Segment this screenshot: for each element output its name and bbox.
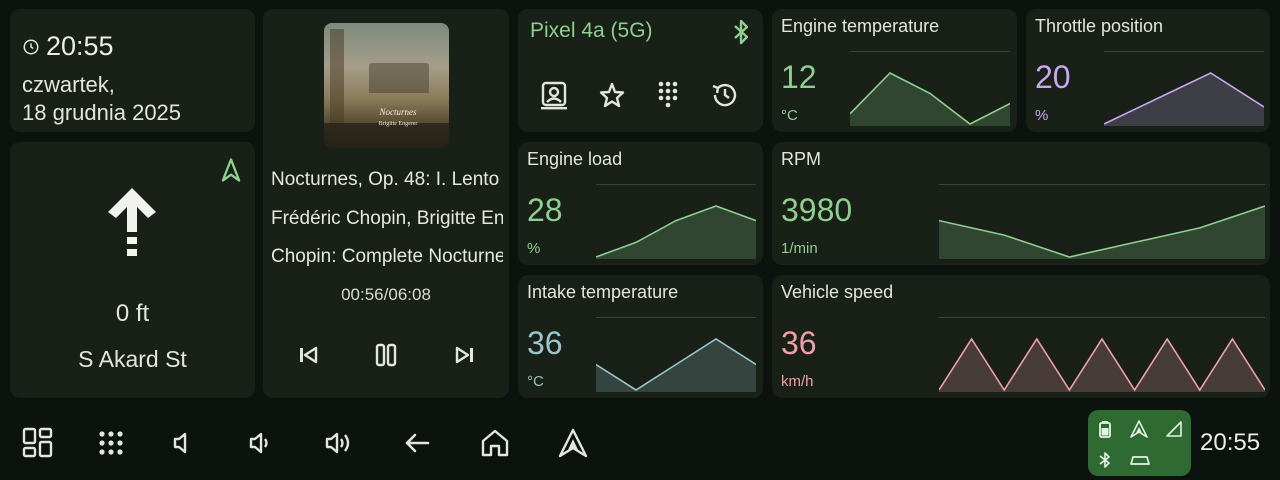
straight-arrow-icon	[108, 188, 156, 256]
sparkline-chart	[596, 184, 756, 259]
track-progress: 00:56/06:08	[341, 285, 431, 304]
battery-icon	[1099, 421, 1111, 438]
gauge-rpm[interactable]: RPM 3980 1/min	[772, 142, 1270, 265]
sparkline-area	[850, 73, 1010, 126]
gauge-title: Intake temperature	[527, 282, 679, 302]
clock-weekday: czwartek,	[22, 72, 115, 97]
favorites-star-icon[interactable]	[596, 79, 628, 111]
navigation-widget[interactable]: 0 ft S Akard St	[10, 142, 255, 398]
gauge-unit: °C	[781, 107, 798, 124]
volume-down-icon[interactable]	[244, 426, 278, 460]
album-art-title: Nocturnes	[379, 107, 417, 117]
distance-to-turn: 0 ft	[115, 300, 150, 327]
volume-mute-icon[interactable]	[165, 426, 199, 460]
clock-icon	[23, 39, 39, 54]
street-name: S Akard St	[78, 346, 187, 372]
gauge-intake-temperature[interactable]: Intake temperature 36 °C	[518, 275, 763, 398]
bluetooth-status-icon	[1099, 452, 1110, 468]
gauge-unit: km/h	[781, 373, 814, 390]
pause-icon[interactable]	[371, 340, 401, 370]
android-auto-status-icon	[1130, 420, 1148, 438]
gauge-title: Engine load	[527, 149, 623, 169]
phone-device-name: Pixel 4a (5G)	[530, 19, 653, 42]
phone-widget: Pixel 4a (5G)	[518, 9, 763, 132]
android-auto-icon[interactable]	[556, 426, 590, 460]
gauge-unit: 1/min	[781, 240, 818, 257]
gauge-engine-temperature[interactable]: Engine temperature 12 °C	[772, 9, 1017, 132]
gauge-unit: %	[527, 240, 541, 257]
track-artist: Frédéric Chopin, Brigitte Engerer	[271, 208, 503, 229]
gauge-engine-load[interactable]: Engine load 28 %	[518, 142, 763, 265]
gauge-vehicle-speed[interactable]: Vehicle speed 36 km/h	[772, 275, 1270, 398]
sparkline-chart	[596, 317, 756, 392]
gauge-value: 12	[781, 59, 817, 95]
track-title: Nocturnes, Op. 48: I. Lento	[271, 169, 500, 190]
sparkline-chart	[939, 184, 1265, 259]
sparkline-area	[596, 206, 756, 259]
sparkline-chart	[850, 51, 1010, 126]
dialpad-icon[interactable]	[652, 79, 684, 111]
car-status-icon	[1130, 456, 1150, 465]
gauge-unit: °C	[527, 373, 544, 390]
gauge-throttle-position[interactable]: Throttle position 20 %	[1026, 9, 1270, 132]
contacts-icon[interactable]	[538, 79, 570, 111]
track-album: Chopin: Complete Nocturnes	[271, 246, 503, 267]
sparkline-chart	[939, 317, 1265, 392]
volume-up-icon[interactable]	[322, 426, 356, 460]
media-widget: Nocturnes Brigitte Engerer Nocturnes, Op…	[263, 9, 509, 398]
navigation-arrow-icon[interactable]	[217, 156, 245, 184]
sparkline-area	[1104, 73, 1264, 126]
bluetooth-icon	[734, 19, 749, 45]
app-grid-icon[interactable]	[94, 426, 128, 460]
bottom-navigation-bar: 20:55	[0, 404, 1280, 480]
home-icon[interactable]	[478, 426, 512, 460]
next-track-icon[interactable]	[450, 340, 480, 370]
gauge-title: Throttle position	[1035, 16, 1164, 36]
dashboard-icon[interactable]	[21, 426, 55, 460]
clock-time: 20:55	[46, 31, 114, 61]
gauge-unit: %	[1035, 107, 1049, 124]
sparkline-area	[596, 339, 756, 392]
gauge-title: Engine temperature	[781, 16, 940, 36]
gauge-title: RPM	[781, 149, 821, 169]
album-art[interactable]: Nocturnes Brigitte Engerer	[324, 23, 449, 148]
gauge-value: 36	[527, 325, 563, 361]
gauge-title: Vehicle speed	[781, 282, 894, 302]
album-art-subtitle: Brigitte Engerer	[378, 121, 418, 127]
clock-widget: 20:55 czwartek, 18 grudnia 2025	[10, 9, 255, 132]
gauge-value: 3980	[781, 192, 853, 228]
call-history-icon[interactable]	[709, 79, 741, 111]
previous-track-icon[interactable]	[293, 340, 323, 370]
gauge-value: 20	[1035, 59, 1071, 95]
sparkline-area	[939, 206, 1265, 259]
clock-date: czwartek, 18 grudnia 2025	[22, 71, 181, 127]
clock-fulldate: 18 grudnia 2025	[22, 100, 182, 125]
status-cluster[interactable]	[1088, 410, 1191, 476]
sparkline-chart	[1104, 51, 1264, 126]
gauge-value: 28	[527, 192, 563, 228]
gauge-value: 36	[781, 325, 817, 361]
signal-strength-icon	[1166, 421, 1182, 437]
back-arrow-icon[interactable]	[400, 426, 434, 460]
statusbar-time: 20:55	[1200, 429, 1261, 456]
